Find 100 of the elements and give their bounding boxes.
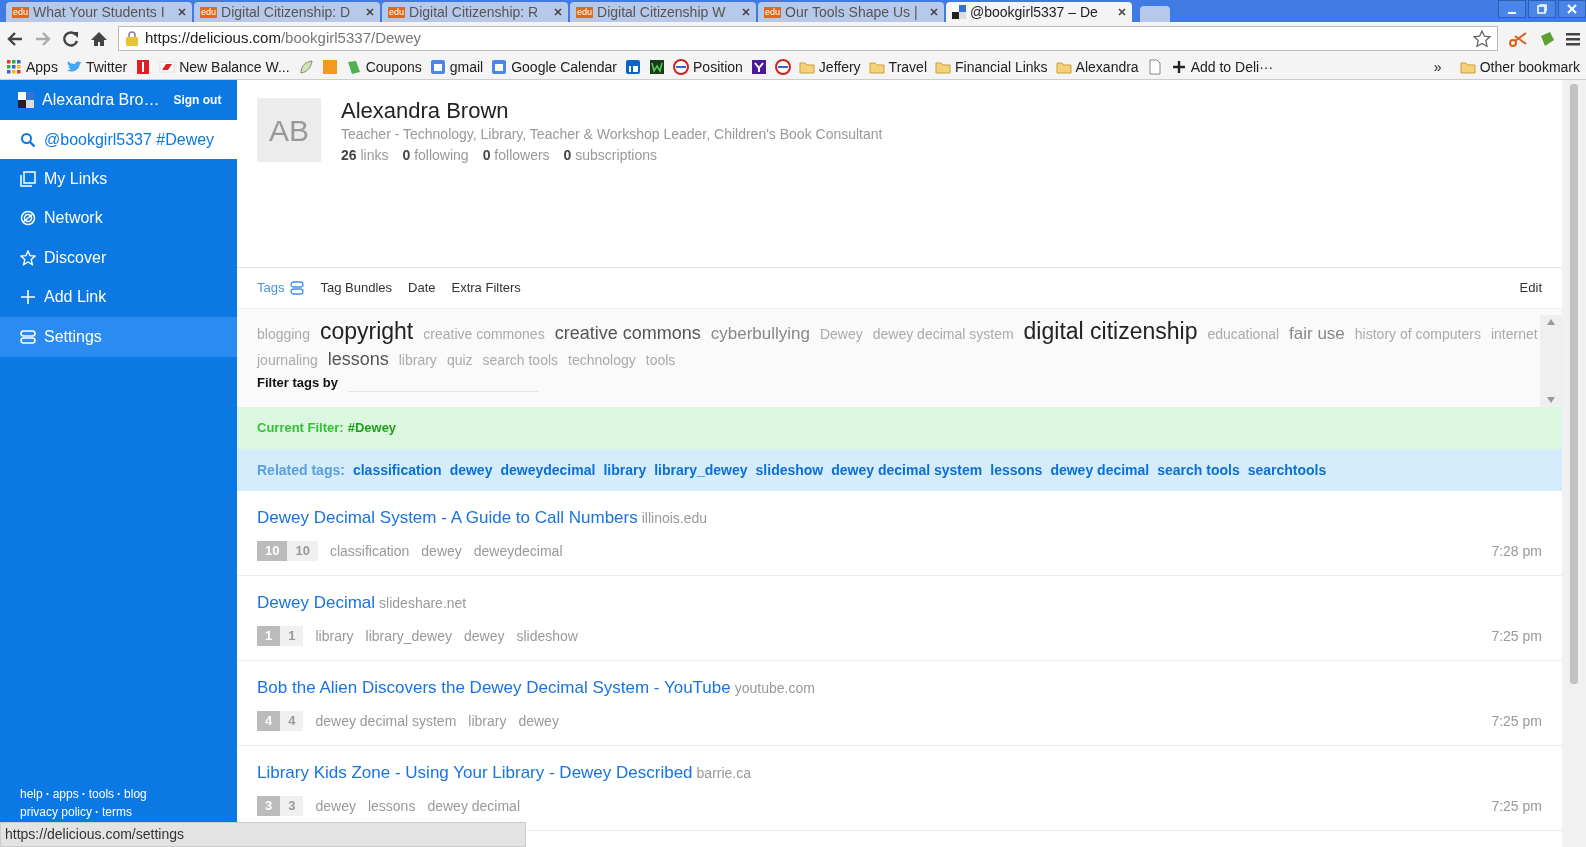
bookmark-title-link[interactable]: Library Kids Zone - Using Your Library - Dewey Described (257, 760, 693, 786)
footer-link[interactable]: blog (124, 787, 147, 801)
profile-stat[interactable]: 0 following (402, 145, 469, 167)
browser-tab[interactable]: edu Our Tools Shape Us | (758, 2, 944, 22)
footer-link[interactable]: privacy policy (20, 805, 93, 819)
close-icon[interactable] (366, 8, 374, 16)
tag-link[interactable]: dewey decimal system (315, 710, 457, 732)
maximize-button[interactable] (1528, 0, 1556, 18)
related-tag-link[interactable]: search tools (1157, 459, 1240, 481)
footer-link[interactable]: terms (102, 805, 133, 819)
tag-link[interactable]: history of computers (1354, 325, 1481, 345)
related-tag-link[interactable]: dewey (449, 459, 493, 481)
browser-tab[interactable]: @bookgirl5337 – De (946, 2, 1132, 22)
close-icon[interactable] (930, 8, 938, 16)
filter-tab[interactable]: Tag Bundles (320, 278, 393, 298)
bookmark[interactable]: Alexandra (1055, 56, 1139, 78)
close-icon[interactable] (554, 8, 562, 16)
related-tag-link[interactable]: library (603, 459, 647, 481)
tag-link[interactable]: deweydecimal (473, 540, 563, 562)
bookmark[interactable]: Jeffery (798, 56, 861, 78)
tag-link[interactable]: creative commones (423, 325, 545, 345)
tag-link[interactable]: dewey (421, 540, 462, 562)
close-icon[interactable] (1118, 8, 1126, 16)
tag-link[interactable]: dewey (463, 625, 505, 647)
minimize-button[interactable] (1498, 0, 1526, 18)
close-icon[interactable] (178, 8, 186, 16)
user-name[interactable]: Alexandra Bro… (42, 88, 160, 112)
bookmark-title-link[interactable]: Bob the Alien Discovers the Dewey Decimal System - YouTube (257, 675, 731, 701)
bookmark[interactable]: Twitter (65, 56, 128, 78)
bookmark[interactable]: Apps (6, 56, 58, 78)
tag-link[interactable]: dewey decimal system (872, 325, 1014, 345)
square-icon[interactable] (750, 59, 767, 75)
profile-stat[interactable]: 26 links (341, 145, 389, 167)
tag-link[interactable]: Dewey (819, 325, 863, 345)
home-icon[interactable] (90, 29, 108, 48)
tag-link[interactable]: technology (568, 351, 636, 371)
tag-link[interactable]: dewey decimal (427, 795, 520, 817)
related-tag-link[interactable]: classification (352, 459, 442, 481)
sign-out-button[interactable]: Sign out (167, 90, 228, 110)
tag-link[interactable]: copyright (319, 315, 414, 348)
tag-link[interactable]: classification (329, 540, 410, 562)
tag-link[interactable]: library (398, 351, 437, 371)
tag-scrollbar[interactable] (1540, 315, 1562, 407)
tag-link[interactable]: lessons (327, 347, 389, 373)
scrollbar[interactable] (1562, 80, 1586, 847)
tag-link[interactable]: internet (1490, 325, 1538, 345)
tag-link[interactable]: dewey (315, 795, 356, 817)
tag-link[interactable]: cyberbullying (710, 322, 810, 346)
square-icon[interactable] (625, 59, 642, 75)
tag-link[interactable]: lessons (367, 795, 416, 817)
related-tag-link[interactable]: dewey decimal system (831, 459, 983, 481)
profile-stat[interactable]: 0 followers (482, 145, 550, 167)
circle-icon[interactable] (774, 59, 791, 75)
related-tag-link[interactable]: dewey decimal (1050, 459, 1150, 481)
related-tag-link[interactable]: library_dewey (654, 459, 748, 481)
filter-tab[interactable]: Date (408, 278, 436, 298)
bookmark[interactable]: gmail (429, 56, 484, 78)
filter-tab[interactable]: Extra Filters (451, 278, 521, 298)
tag-link[interactable]: journaling (257, 351, 318, 371)
profile-stat[interactable]: 0 subscriptions (563, 145, 657, 167)
tag-link[interactable]: tools (645, 351, 676, 371)
leaf-icon[interactable] (297, 59, 314, 75)
bookmark-title-link[interactable]: Dewey Decimal System - A Guide to Call Numbers (257, 505, 638, 531)
bookmark[interactable]: Position (673, 56, 743, 78)
search-field[interactable]: @bookgirl5337 #Dewey (0, 120, 237, 159)
footer-link[interactable]: help (20, 787, 43, 801)
related-tag-link[interactable]: deweydecimal (500, 459, 596, 481)
bottle-icon[interactable] (135, 59, 152, 75)
bookmark[interactable]: Travel (868, 56, 927, 78)
tag-link[interactable]: library (468, 710, 507, 732)
tag-link[interactable]: digital citizenship (1023, 315, 1198, 348)
bookmark[interactable]: Coupons (345, 56, 422, 78)
address-bar[interactable]: https://delicious.com/bookgirl5337/Dewey (118, 26, 1498, 51)
browser-tab[interactable]: edu Digital Citizenship W (570, 2, 756, 22)
close-button[interactable] (1558, 0, 1586, 18)
bookmark-title-link[interactable]: Dewey Decimal (257, 590, 376, 616)
browser-tab[interactable]: edu What Your Students I (6, 2, 192, 22)
browser-tab[interactable]: edu Digital Citizenship: D (194, 2, 380, 22)
tag-link[interactable]: search tools (482, 351, 559, 371)
square-icon[interactable] (649, 59, 666, 75)
related-tag-link[interactable]: lessons (990, 459, 1043, 481)
bookmark[interactable]: Google Calendar (491, 56, 618, 78)
tag-link[interactable]: creative commons (554, 321, 701, 347)
bookmark[interactable]: New Balance W... (159, 56, 290, 78)
nav-item[interactable]: Network (0, 198, 237, 238)
related-tag-link[interactable]: searchtools (1247, 459, 1327, 481)
tag-link[interactable]: slideshow (516, 625, 578, 647)
nav-item[interactable]: My Links (0, 159, 237, 199)
tag-link[interactable]: fair use (1289, 322, 1345, 346)
nav-item[interactable]: Settings (0, 317, 237, 357)
tag-link[interactable]: library_dewey (365, 625, 452, 647)
tag-link[interactable]: educational (1207, 325, 1280, 345)
more-bookmarks-button[interactable]: » (1433, 56, 1442, 78)
bookmark[interactable]: Add to Deli··· (1170, 56, 1274, 78)
close-icon[interactable] (742, 8, 750, 16)
bookmark[interactable]: Financial Links (935, 56, 1048, 78)
nav-item[interactable]: Discover (0, 238, 237, 278)
scrollbar-thumb[interactable] (1570, 84, 1578, 684)
tag-link[interactable]: dewey (518, 710, 559, 732)
edit-link[interactable]: Edit (1519, 278, 1542, 298)
